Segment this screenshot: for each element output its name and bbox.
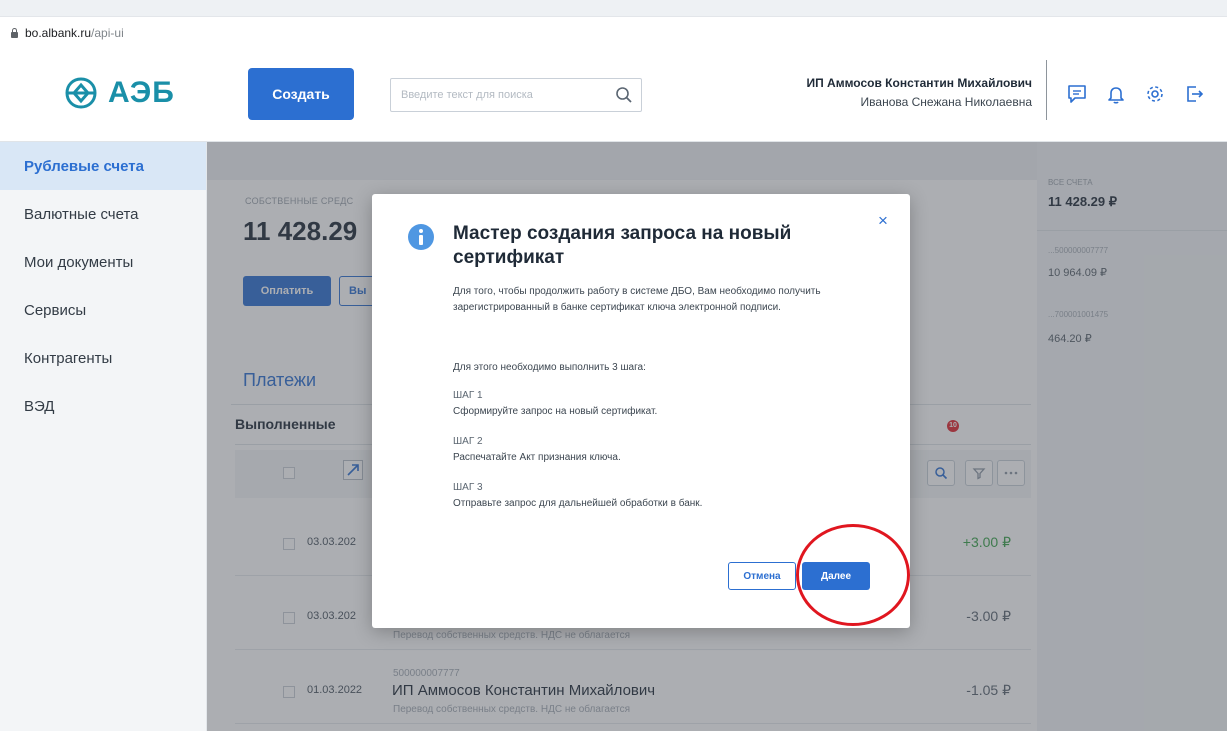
logout-icon[interactable] xyxy=(1183,83,1205,105)
chat-icon[interactable] xyxy=(1066,83,1088,105)
create-button[interactable]: Создать xyxy=(248,68,354,120)
gear-icon[interactable] xyxy=(1144,83,1166,105)
steps-intro: Для этого необходимо выполнить 3 шага: xyxy=(453,362,646,373)
step-text: Распечатайте Акт признания ключа. xyxy=(453,452,621,463)
sidebar-item-ved[interactable]: ВЭД xyxy=(0,382,206,430)
logo[interactable]: АЭБ xyxy=(62,76,175,110)
organization-name: ИП Аммосов Константин Михайлович xyxy=(806,76,1032,90)
sidebar-item-counterparties[interactable]: Контрагенты xyxy=(0,334,206,382)
app-header: АЭБ Создать ИП Аммосов Константин Михайл… xyxy=(0,48,1227,142)
user-info[interactable]: ИП Аммосов Константин Михайлович Иванова… xyxy=(806,76,1032,109)
browser-address-bar[interactable]: bo.albank.ru/api-ui xyxy=(0,16,1227,48)
step-text: Сформируйте запрос на новый сертификат. xyxy=(453,406,658,417)
header-divider xyxy=(1046,60,1047,120)
bell-icon[interactable] xyxy=(1105,83,1127,105)
logo-mark-icon xyxy=(65,77,97,109)
sidebar: Рублевые счета Валютные счета Мои докуме… xyxy=(0,142,207,731)
annotation-circle xyxy=(796,524,910,626)
search-input[interactable] xyxy=(391,79,601,111)
info-icon xyxy=(408,224,434,250)
search-box[interactable] xyxy=(390,78,642,112)
header-actions xyxy=(1066,83,1205,105)
url-path: /api-ui xyxy=(91,25,124,40)
cancel-button[interactable]: Отмена xyxy=(728,562,796,590)
sidebar-item-rub-accounts[interactable]: Рублевые счета xyxy=(0,142,206,190)
search-icon[interactable] xyxy=(615,86,633,109)
sidebar-item-my-documents[interactable]: Мои документы xyxy=(0,238,206,286)
step-label: ШАГ 2 xyxy=(453,436,483,447)
sidebar-item-currency-accounts[interactable]: Валютные счета xyxy=(0,190,206,238)
user-name: Иванова Снежана Николаевна xyxy=(860,95,1032,109)
step-label: ШАГ 1 xyxy=(453,390,483,401)
logo-text: АЭБ xyxy=(108,76,175,109)
dialog-title: Мастер создания запроса на новый сертифи… xyxy=(453,223,792,268)
dialog-intro: Для того, чтобы продолжить работу в сист… xyxy=(453,286,821,313)
lock-icon xyxy=(10,27,19,38)
sidebar-item-services[interactable]: Сервисы xyxy=(0,286,206,334)
step-text: Отправьте запрос для дальнейшей обработк… xyxy=(453,498,703,509)
close-icon[interactable]: × xyxy=(874,212,892,230)
url-host: bo.albank.ru xyxy=(25,25,92,40)
step-label: ШАГ 3 xyxy=(453,482,483,493)
